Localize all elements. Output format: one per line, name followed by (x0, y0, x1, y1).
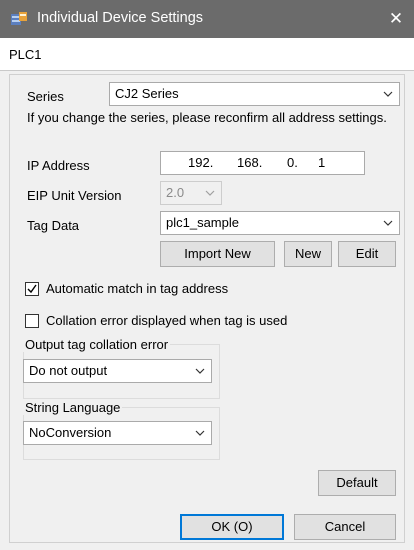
eip-version-value: 2.0 (166, 185, 185, 200)
checkmark-icon (27, 284, 37, 294)
ip-octet-2: 168. (237, 155, 263, 170)
default-button[interactable]: Default (318, 470, 396, 496)
device-header: PLC1 (0, 38, 414, 71)
series-label: Series (27, 89, 64, 104)
cancel-button[interactable]: Cancel (294, 514, 396, 540)
string-language-value: NoConversion (29, 425, 112, 440)
title-bar: Individual Device Settings ✕ (0, 0, 414, 38)
new-button[interactable]: New (284, 241, 332, 267)
series-select[interactable]: CJ2 Series (109, 82, 400, 106)
settings-panel: Series CJ2 Series If you change the seri… (9, 74, 405, 543)
chevron-down-icon (195, 430, 205, 436)
string-language-title: String Language (23, 400, 123, 415)
series-note: If you change the series, please reconfi… (27, 110, 387, 125)
chevron-down-icon (195, 368, 205, 374)
window-title: Individual Device Settings (37, 10, 204, 26)
string-language-select[interactable]: NoConversion (23, 421, 212, 445)
tag-data-select[interactable]: plc1_sample (160, 211, 400, 235)
ip-address-label: IP Address (27, 158, 90, 173)
ip-address-field[interactable]: 192. 168. 0. 1 (160, 151, 365, 175)
close-button[interactable]: ✕ (378, 0, 414, 38)
auto-match-checkbox[interactable] (25, 282, 39, 296)
output-collation-value: Do not output (29, 363, 108, 378)
import-new-button[interactable]: Import New (160, 241, 275, 267)
ip-octet-1: 192. (188, 155, 214, 170)
chevron-down-icon (205, 190, 215, 196)
collation-error-label: Collation error displayed when tag is us… (46, 313, 288, 328)
output-collation-title: Output tag collation error (23, 337, 171, 352)
device-settings-icon (11, 12, 27, 25)
chevron-down-icon (383, 91, 393, 97)
collation-error-checkbox[interactable] (25, 314, 39, 328)
series-value: CJ2 Series (115, 86, 179, 101)
ok-button[interactable]: OK (O) (180, 514, 284, 540)
device-name: PLC1 (9, 47, 42, 62)
ip-octet-3: 0. (287, 155, 298, 170)
ip-octet-4: 1 (318, 155, 326, 170)
tag-data-label: Tag Data (27, 218, 80, 233)
tag-data-value: plc1_sample (166, 215, 239, 230)
eip-version-select[interactable]: 2.0 (160, 181, 222, 205)
edit-button[interactable]: Edit (338, 241, 396, 267)
eip-version-label: EIP Unit Version (27, 188, 122, 203)
auto-match-label: Automatic match in tag address (46, 281, 229, 296)
output-collation-select[interactable]: Do not output (23, 359, 212, 383)
chevron-down-icon (383, 220, 393, 226)
